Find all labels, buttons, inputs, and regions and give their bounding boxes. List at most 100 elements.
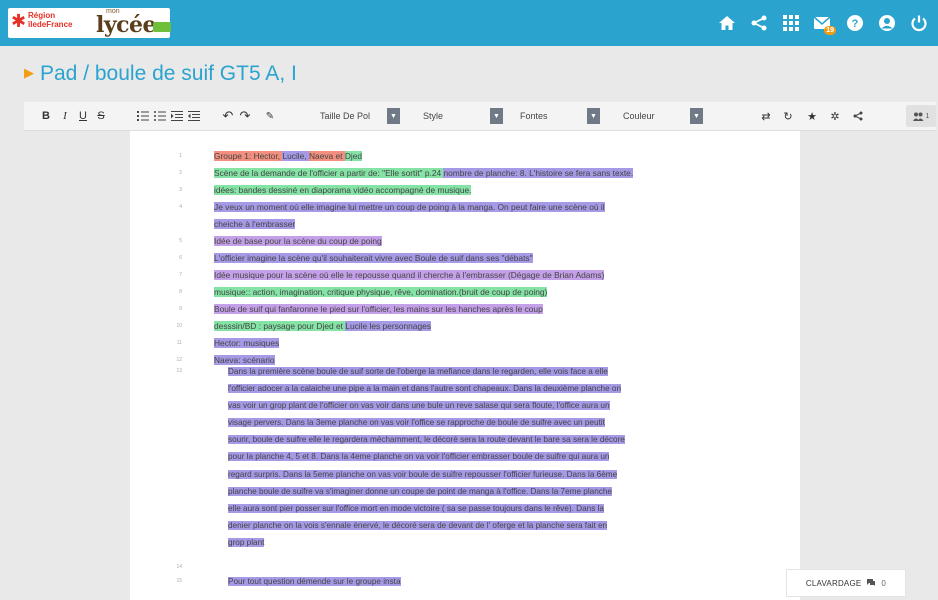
document-line: 6 L'officier imagine la scène qu'il souha…: [130, 251, 800, 266]
author-highlight: Idée de base pour la scène du coup de po…: [214, 235, 382, 246]
logout-icon[interactable]: [906, 10, 932, 36]
author-highlight: Pour tout question démende sur le groupe…: [228, 577, 401, 586]
line-text: L'officier imagine la scène qu'il souhai…: [214, 251, 533, 266]
undo-icon[interactable]: ↶: [220, 105, 236, 127]
author-highlight: visage pervers. Dans la 3eme planche on …: [228, 418, 605, 428]
line-text: idées: bandes dessiné en diaporama vidéo…: [214, 183, 472, 198]
paragraph-line: visage pervers. Dans la 3eme planche on …: [228, 414, 771, 431]
author-highlight: Hector: musiques: [214, 337, 280, 348]
paragraph-block: Dans la première scène boule de suif sor…: [228, 363, 771, 551]
editor-toolbar: B I U S ↶ ↷ ✎ Taille De Pol ▼ Style ▼ Font…: [24, 102, 936, 131]
connected-users-button[interactable]: 1: [906, 105, 936, 127]
italic-button[interactable]: I: [57, 105, 73, 127]
paragraph-line: regard surpris. Dans la 5eme planche on …: [228, 466, 771, 483]
line-text: Hector: musiques: [214, 336, 280, 351]
help-icon[interactable]: ?: [842, 10, 868, 36]
author-highlight: Scène de la demande de l'officier a part…: [214, 167, 444, 178]
paragraph-line: vas voir un grop plant de l'officier on …: [228, 397, 771, 414]
author-highlight: Djed: [344, 150, 363, 161]
settings-gear-icon[interactable]: ✲: [827, 105, 843, 127]
messages-badge: 19: [824, 26, 836, 35]
document-line: 9 Boule de suif qui fanfaronne le pied su…: [130, 302, 800, 317]
line-number: 4: [179, 203, 182, 210]
line-text: desssin/BD : paysage pour Djed et Lucile…: [214, 319, 431, 334]
chat-count: 0: [881, 578, 887, 588]
fonts-select[interactable]: Fontes ▼: [518, 106, 600, 126]
last-line: Pour tout question démende sur le groupe…: [228, 574, 401, 589]
svg-text:?: ?: [852, 18, 859, 30]
line-number: 14: [176, 564, 182, 570]
author-highlight: Je veux un moment où elle imagine lui me…: [214, 201, 605, 212]
clear-formatting-icon[interactable]: ✎: [262, 105, 278, 127]
outdent-icon[interactable]: [186, 105, 202, 127]
user-profile-icon[interactable]: [874, 10, 900, 36]
paragraph-line: elle aura sont pier posser sur l'office …: [228, 500, 771, 517]
author-highlight: sourir, boule de suifre elle le regarder…: [228, 435, 625, 445]
line-number: 6: [179, 254, 182, 261]
author-highlight: musique:: action, imagination, critique …: [214, 286, 548, 297]
chevron-down-icon: ▼: [490, 108, 503, 124]
top-icons: 19 ?: [714, 0, 932, 46]
document-line: 4 Je veux un moment où elle imagine lui m…: [130, 200, 800, 215]
site-logo[interactable]: ✱ Région îledeFrance mon lycée: [8, 8, 171, 38]
indent-icon[interactable]: [169, 105, 185, 127]
line-text: Idée musique pour la scène où elle le re…: [214, 268, 605, 283]
document-line: 3 idées: bandes dessiné en diaporama vidé…: [130, 183, 800, 198]
chat-button[interactable]: CLAVARDAGE 0: [786, 569, 906, 597]
line-text: Idée de base pour la scène du coup de po…: [214, 234, 382, 249]
line-number: 11: [176, 339, 182, 346]
author-highlight: Lucile les personnages: [345, 320, 431, 331]
author-highlight: l'officier adocer a la calaiche une pipe…: [228, 384, 622, 394]
lycee-logo-text: lycée: [96, 12, 157, 38]
line-number: 15: [176, 578, 182, 584]
line-text: cheiche à l'embrasser: [214, 217, 296, 232]
author-highlight: elle aura sont pier posser sur l'office …: [228, 503, 604, 513]
author-highlight: desssin/BD : paysage pour Djed et: [214, 320, 346, 331]
pad-document[interactable]: 1 Groupe 1: Hector, Lucile, Naeva et Djed…: [130, 131, 800, 600]
author-highlight: Groupe 1: Hector,: [214, 150, 283, 161]
line-number: 2: [179, 169, 182, 176]
home-icon[interactable]: [714, 10, 740, 36]
strikethrough-button[interactable]: S: [93, 105, 109, 127]
chat-bubble-icon: [866, 578, 876, 589]
messages-icon[interactable]: 19: [810, 10, 836, 36]
paragraph-line: grop plant: [228, 534, 771, 551]
author-highlight: vas voir un grop plant de l'officier on …: [228, 401, 610, 411]
document-line: 5 Idée de base pour la scène du coup de p…: [130, 234, 800, 249]
line-number: 5: [179, 237, 182, 244]
paragraph-line: Dans la première scène boule de suif sor…: [228, 363, 771, 380]
author-highlight: pour la planche 4, 5 et 8. Dans la 4eme …: [228, 452, 610, 462]
line-number: 7: [179, 271, 182, 278]
author-highlight: regard surpris. Dans la 5eme planche on …: [228, 469, 618, 479]
apps-grid-icon[interactable]: [778, 10, 804, 36]
chat-label: CLAVARDAGE: [805, 578, 862, 588]
document-line: 2 Scène de la demande de l'officier a par…: [130, 166, 800, 181]
underline-button[interactable]: U: [75, 105, 91, 127]
style-select[interactable]: Style ▼: [421, 106, 503, 126]
author-highlight: Dans la première scène boule de suif sor…: [228, 367, 608, 376]
author-highlight: Lucile,: [282, 150, 309, 161]
document-line: 1 Groupe 1: Hector, Lucile, Naeva et Djed: [130, 149, 800, 164]
title-triangle-icon: ▶: [24, 65, 34, 80]
document-line: 7 Idée musique pour la scène où elle le r…: [130, 268, 800, 283]
star-icon[interactable]: ★: [804, 105, 820, 127]
font-size-select[interactable]: Taille De Pol ▼: [318, 106, 400, 126]
document-line: 10 desssin/BD : paysage pour Djed et Luci…: [130, 319, 800, 334]
paragraph-line: planche boule de suifre va s'imaginer do…: [228, 483, 771, 500]
region-star-icon: ✱: [11, 11, 27, 31]
line-number: 10: [176, 322, 182, 329]
bullet-list-icon[interactable]: [152, 105, 168, 127]
chevron-down-icon: ▼: [587, 108, 600, 124]
history-icon[interactable]: ↻: [780, 105, 796, 127]
redo-icon[interactable]: ↷: [237, 105, 253, 127]
import-export-icon[interactable]: ⇄: [758, 105, 774, 127]
bold-button[interactable]: B: [38, 105, 54, 127]
author-highlight: nombre de planche: 8. L'histoire se fera…: [443, 167, 634, 178]
paragraph-line: denier planche on la vois s'ennale énerv…: [228, 517, 771, 534]
numbered-list-icon[interactable]: [135, 105, 151, 127]
document-line: cheiche à l'embrasser: [130, 217, 800, 232]
share-pad-icon[interactable]: [850, 105, 866, 127]
document-line: 11 Hector: musiques: [130, 336, 800, 351]
share-icon[interactable]: [746, 10, 772, 36]
color-select[interactable]: Couleur ▼: [621, 106, 703, 126]
